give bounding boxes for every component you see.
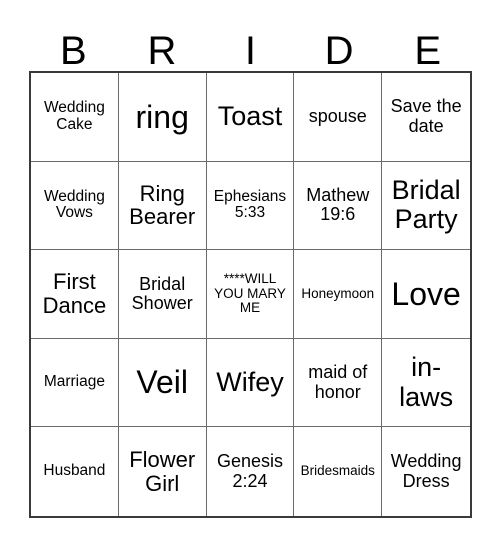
bingo-cell-label: Wedding Dress — [390, 451, 462, 491]
bingo-cell-label: Bridesmaids — [300, 463, 375, 479]
bingo-cell-label: Wifey — [216, 367, 284, 397]
bingo-cell-label: Mathew 19:6 — [306, 184, 370, 225]
bingo-cell-label: Ephesians 5:33 — [213, 187, 287, 222]
header-letter-r: R — [147, 29, 177, 73]
bingo-cell[interactable]: in-laws — [382, 338, 470, 428]
bingo-cell[interactable]: Honeymoon — [294, 250, 383, 339]
bingo-cell-label: Bridal Party — [391, 175, 461, 235]
bingo-cell-label: Toast — [217, 101, 283, 132]
bingo-cell[interactable]: Wedding Vows — [31, 161, 119, 251]
bingo-cell[interactable]: Bridal Shower — [118, 250, 207, 339]
bingo-cell[interactable]: spouse — [294, 73, 383, 162]
bingo-cell[interactable]: Flower Girl — [118, 427, 207, 516]
bingo-cell-label: Wedding Cake — [43, 99, 105, 133]
bingo-cell-label: ring — [135, 98, 189, 135]
bingo-cell[interactable]: Wedding Cake — [31, 73, 119, 162]
bingo-cell[interactable]: Wedding Dress — [382, 427, 470, 516]
bingo-cell[interactable]: Marriage — [31, 338, 119, 428]
bingo-cell-label: spouse — [308, 106, 367, 127]
bingo-cell[interactable]: Save the date — [382, 73, 470, 162]
bingo-grid: Wedding Cake ring Toast spouse Save the date… — [29, 71, 472, 518]
header-letter-e: E — [414, 29, 442, 73]
bingo-cell[interactable]: Ephesians 5:33 — [206, 161, 295, 251]
bingo-cell-label: maid of honor — [308, 362, 368, 402]
bingo-cell[interactable]: Genesis 2:24 — [206, 427, 295, 516]
bingo-cell-label: Husband — [43, 462, 106, 480]
bingo-cell-label: First Dance — [42, 269, 107, 318]
bingo-cell-label: Bridal Shower — [131, 273, 193, 313]
bingo-cell[interactable]: ring — [118, 73, 207, 162]
bingo-cell[interactable]: Wifey — [206, 338, 295, 428]
bingo-cell[interactable]: Bridal Party — [382, 161, 470, 251]
bingo-cell[interactable]: Husband — [31, 427, 119, 516]
bingo-cell-label: Love — [391, 275, 461, 312]
bingo-cell[interactable]: Mathew 19:6 — [294, 161, 383, 251]
header-letter-b: B — [59, 29, 87, 73]
bingo-cell-label: Ring Bearer — [129, 180, 196, 230]
bingo-cell-label: Wedding Vows — [43, 187, 105, 222]
bingo-cell[interactable]: ****WILL YOU MARY ME — [206, 250, 295, 339]
bingo-cell-label: Save the date — [390, 96, 462, 136]
bingo-header: B R I D E — [29, 14, 472, 71]
header-letter-i: I — [244, 29, 257, 73]
bingo-cell-label: Flower Girl — [129, 446, 196, 496]
bingo-cell-label: Honeymoon — [301, 285, 375, 301]
bingo-cell[interactable]: Ring Bearer — [118, 161, 207, 251]
header-letter-d: D — [324, 29, 354, 73]
bingo-cell-label: Veil — [136, 364, 188, 401]
bingo-cell-label: Marriage — [43, 373, 105, 391]
bingo-cell[interactable]: Veil — [118, 338, 207, 428]
bingo-cell[interactable]: Toast — [206, 73, 295, 162]
bingo-cell[interactable]: Bridesmaids — [294, 427, 383, 516]
bingo-cell-label: ****WILL YOU MARY ME — [214, 271, 286, 316]
bingo-cell-label: in-laws — [399, 352, 454, 412]
bingo-cell[interactable]: maid of honor — [294, 338, 383, 428]
bingo-cell[interactable]: First Dance — [31, 250, 119, 339]
bingo-cell[interactable]: Love — [382, 250, 470, 339]
bingo-cell-label: Genesis 2:24 — [216, 451, 284, 491]
bingo-card: B R I D E Wedding Cake ring Toast spouse Sav… — [29, 14, 472, 518]
